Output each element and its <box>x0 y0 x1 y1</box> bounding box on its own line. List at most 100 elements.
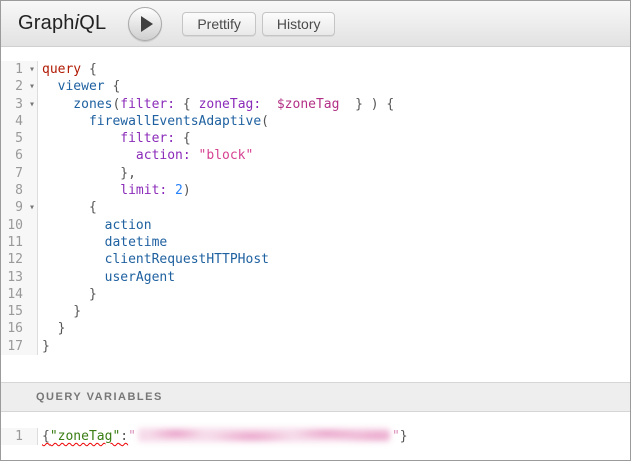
gutter: 13 <box>1 269 38 286</box>
token-attr: action: <box>42 148 191 163</box>
gutter: 14 <box>1 286 38 303</box>
token-punct: { <box>42 429 50 444</box>
code-text[interactable]: } <box>38 320 630 337</box>
code-line[interactable]: 17} <box>1 338 630 355</box>
app-title: GraphiQL <box>18 12 106 35</box>
fold-gutter: ▾ <box>26 61 38 78</box>
token-punct: { <box>105 79 121 94</box>
code-line[interactable]: 5 filter: { <box>1 130 630 147</box>
fold-gutter <box>26 165 38 182</box>
code-line[interactable]: 14 } <box>1 286 630 303</box>
code-text[interactable]: }, <box>38 165 630 182</box>
app-title-graph: Graph <box>18 12 75 34</box>
token-attr: limit: <box>42 183 167 198</box>
gutter: 7 <box>1 165 38 182</box>
token-kw: query <box>42 62 81 77</box>
gutter: 16 <box>1 320 38 337</box>
graphiql-app: GraphiQL Prettify History 1▾query {2▾ vi… <box>0 0 631 461</box>
play-icon <box>141 16 153 32</box>
variables-editor[interactable]: 1{"zoneTag":""} <box>1 412 630 460</box>
line-number: 4 <box>1 113 26 130</box>
code-text[interactable]: zones(filter: { zoneTag: $zoneTag } ) { <box>38 96 630 113</box>
fold-gutter: ▾ <box>26 199 38 216</box>
token-punct: { <box>175 131 191 146</box>
prettify-button[interactable]: Prettify <box>182 12 256 36</box>
code-text[interactable]: action: "block" <box>38 147 630 164</box>
code-line[interactable]: 11 datetime <box>1 234 630 251</box>
fold-gutter <box>26 251 38 268</box>
code-line[interactable]: 1▾query { <box>1 61 630 78</box>
token-punct: } ) { <box>339 97 394 112</box>
code-line[interactable]: 4 firewallEventsAdaptive( <box>1 113 630 130</box>
token-punct: { <box>81 62 97 77</box>
gutter: 11 <box>1 234 38 251</box>
code-text[interactable]: {"zoneTag":""} <box>38 428 630 445</box>
fold-arrow-icon[interactable]: ▾ <box>26 78 38 95</box>
code-text[interactable]: action <box>38 217 630 234</box>
gutter: 6 <box>1 147 38 164</box>
fold-gutter <box>26 182 38 199</box>
code-text[interactable]: firewallEventsAdaptive( <box>38 113 630 130</box>
line-number: 14 <box>1 286 26 303</box>
code-line[interactable]: 13 userAgent <box>1 269 630 286</box>
code-text[interactable]: } <box>38 303 630 320</box>
line-number: 7 <box>1 165 26 182</box>
fold-arrow-icon[interactable]: ▾ <box>26 96 38 113</box>
code-line[interactable]: 7 }, <box>1 165 630 182</box>
token-attr: filter: <box>120 97 175 112</box>
line-number: 5 <box>1 130 26 147</box>
line-number: 6 <box>1 147 26 164</box>
code-text[interactable]: query { <box>38 61 630 78</box>
code-line[interactable]: 2▾ viewer { <box>1 78 630 95</box>
code-line[interactable]: 3▾ zones(filter: { zoneTag: $zoneTag } )… <box>1 96 630 113</box>
token-strdim: " <box>128 429 136 444</box>
code-text[interactable]: viewer { <box>38 78 630 95</box>
token-punct: { <box>175 97 198 112</box>
line-number: 11 <box>1 234 26 251</box>
code-text[interactable]: } <box>38 338 630 355</box>
code-text[interactable]: } <box>38 286 630 303</box>
fold-gutter <box>26 428 38 445</box>
query-variables-header[interactable]: QUERY VARIABLES <box>1 382 630 412</box>
code-text[interactable]: filter: { <box>38 130 630 147</box>
gutter: 2▾ <box>1 78 38 95</box>
token-punct: }, <box>42 166 136 181</box>
line-number: 17 <box>1 338 26 355</box>
gutter: 17 <box>1 338 38 355</box>
query-editor[interactable]: 1▾query {2▾ viewer {3▾ zones(filter: { z… <box>1 47 630 382</box>
line-number: 1 <box>1 61 26 78</box>
execute-button[interactable] <box>128 7 162 41</box>
code-line[interactable]: 1{"zoneTag":""} <box>1 428 630 445</box>
gutter: 5 <box>1 130 38 147</box>
line-number: 15 <box>1 303 26 320</box>
code-line[interactable]: 8 limit: 2) <box>1 182 630 199</box>
code-line[interactable]: 16 } <box>1 320 630 337</box>
code-line[interactable]: 10 action <box>1 217 630 234</box>
token-punct: ) <box>183 183 191 198</box>
token-prop: firewallEventsAdaptive <box>42 114 261 129</box>
token-prop: action <box>42 218 152 233</box>
line-number: 3 <box>1 96 26 113</box>
token-punct: } <box>42 321 65 336</box>
fold-gutter: ▾ <box>26 96 38 113</box>
code-text[interactable]: limit: 2) <box>38 182 630 199</box>
fold-gutter <box>26 130 38 147</box>
fold-gutter <box>26 234 38 251</box>
code-line[interactable]: 6 action: "block" <box>1 147 630 164</box>
history-button[interactable]: History <box>262 12 336 36</box>
code-line[interactable]: 9▾ { <box>1 199 630 216</box>
fold-gutter: ▾ <box>26 78 38 95</box>
fold-gutter <box>26 320 38 337</box>
fold-arrow-icon[interactable]: ▾ <box>26 61 38 78</box>
code-line[interactable]: 15 } <box>1 303 630 320</box>
code-text[interactable]: { <box>38 199 630 216</box>
code-text[interactable]: clientRequestHTTPHost <box>38 251 630 268</box>
line-number: 9 <box>1 199 26 216</box>
gutter: 12 <box>1 251 38 268</box>
code-line[interactable]: 12 clientRequestHTTPHost <box>1 251 630 268</box>
code-text[interactable]: userAgent <box>38 269 630 286</box>
fold-arrow-icon[interactable]: ▾ <box>26 199 38 216</box>
token-prop: viewer <box>42 79 105 94</box>
code-text[interactable]: datetime <box>38 234 630 251</box>
gutter: 8 <box>1 182 38 199</box>
